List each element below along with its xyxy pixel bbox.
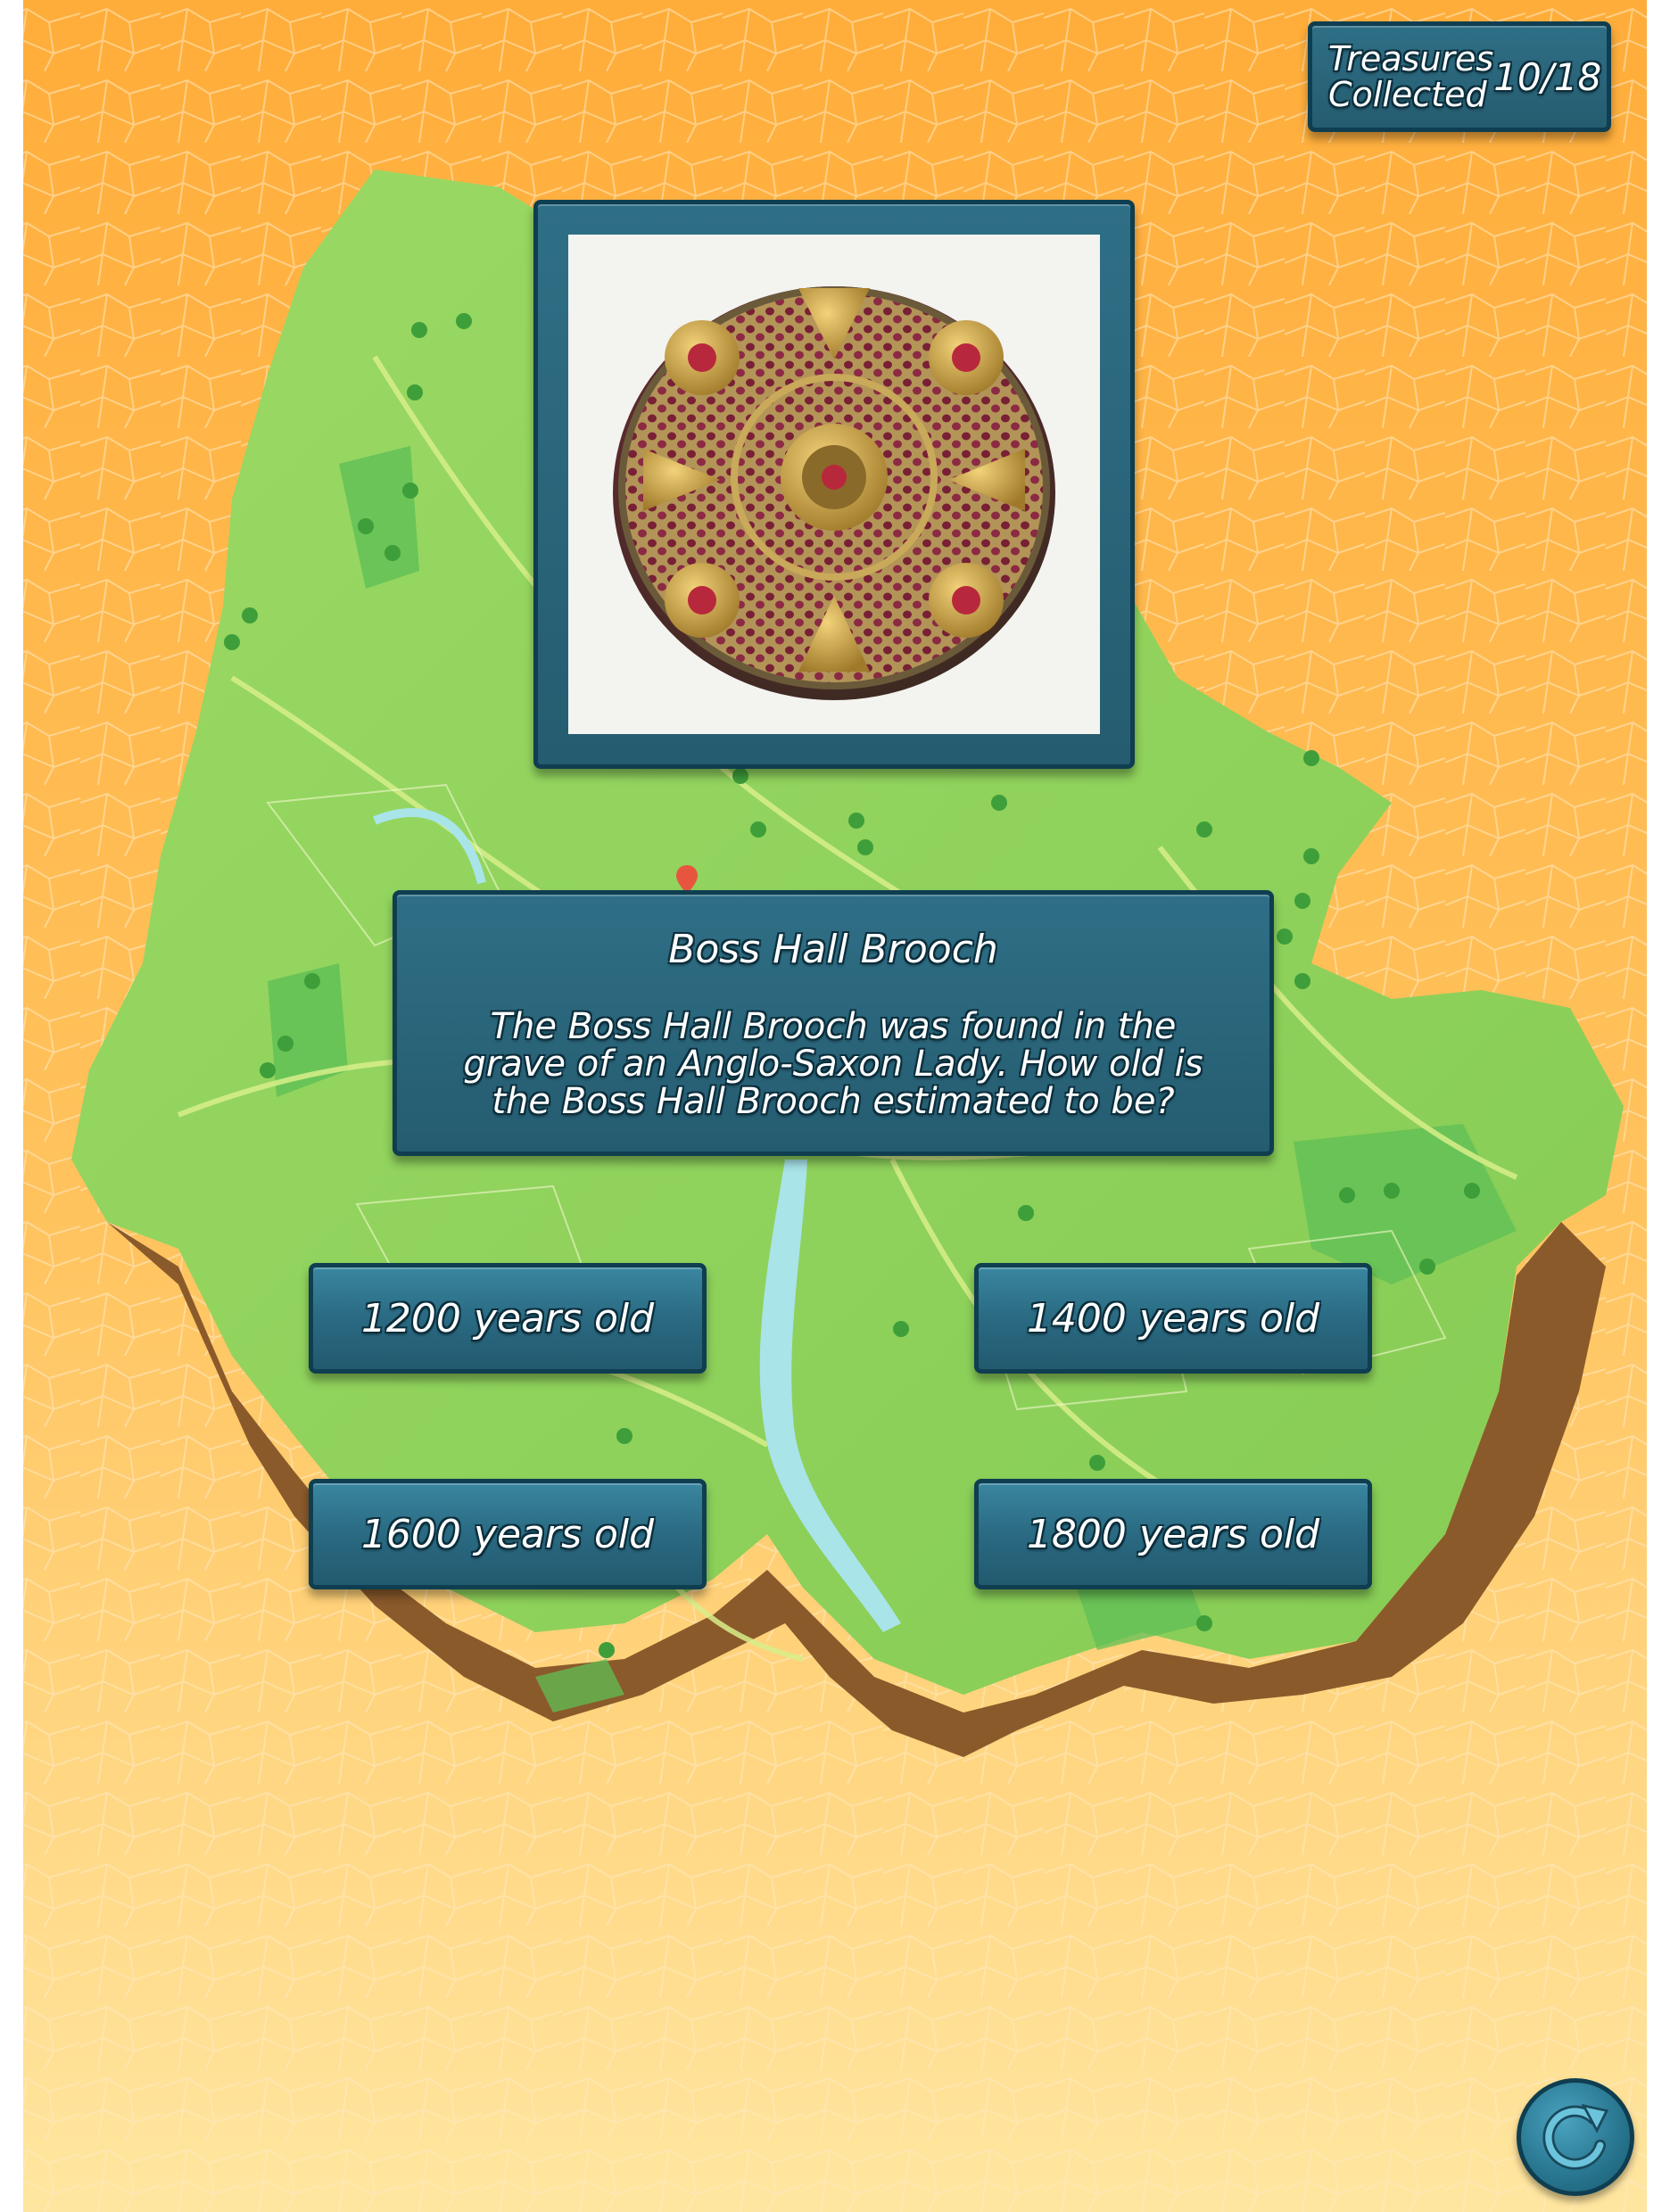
game-screen: Treasures Collected 10/18 Boss Hall Broo… <box>0 0 1670 2212</box>
artifact-image-panel <box>533 200 1135 769</box>
brooch-image <box>613 286 1055 700</box>
answer-label: 1800 years old <box>1026 1511 1320 1557</box>
treasures-collected-counter: Treasures Collected 10/18 <box>1308 21 1611 132</box>
answer-label: 1600 years old <box>360 1511 655 1557</box>
answer-button-1400[interactable]: 1400 years old <box>974 1263 1372 1374</box>
answer-button-1200[interactable]: 1200 years old <box>309 1263 707 1374</box>
question-panel: Boss Hall Brooch The Boss Hall Brooch wa… <box>393 890 1274 1156</box>
artifact-image-frame <box>568 235 1100 734</box>
restart-button[interactable] <box>1517 2078 1634 2196</box>
answer-button-1600[interactable]: 1600 years old <box>309 1479 707 1589</box>
question-title: Boss Hall Brooch <box>668 927 998 972</box>
answer-label: 1400 years old <box>1026 1295 1320 1341</box>
question-text: The Boss Hall Brooch was found in the gr… <box>463 1006 1203 1122</box>
restart-icon <box>1542 2103 1609 2170</box>
treasures-collected-label: Treasures Collected <box>1328 39 1494 114</box>
treasures-collected-value: 10/18 <box>1493 54 1602 99</box>
answer-label: 1200 years old <box>360 1295 655 1341</box>
answer-button-1800[interactable]: 1800 years old <box>974 1479 1372 1589</box>
